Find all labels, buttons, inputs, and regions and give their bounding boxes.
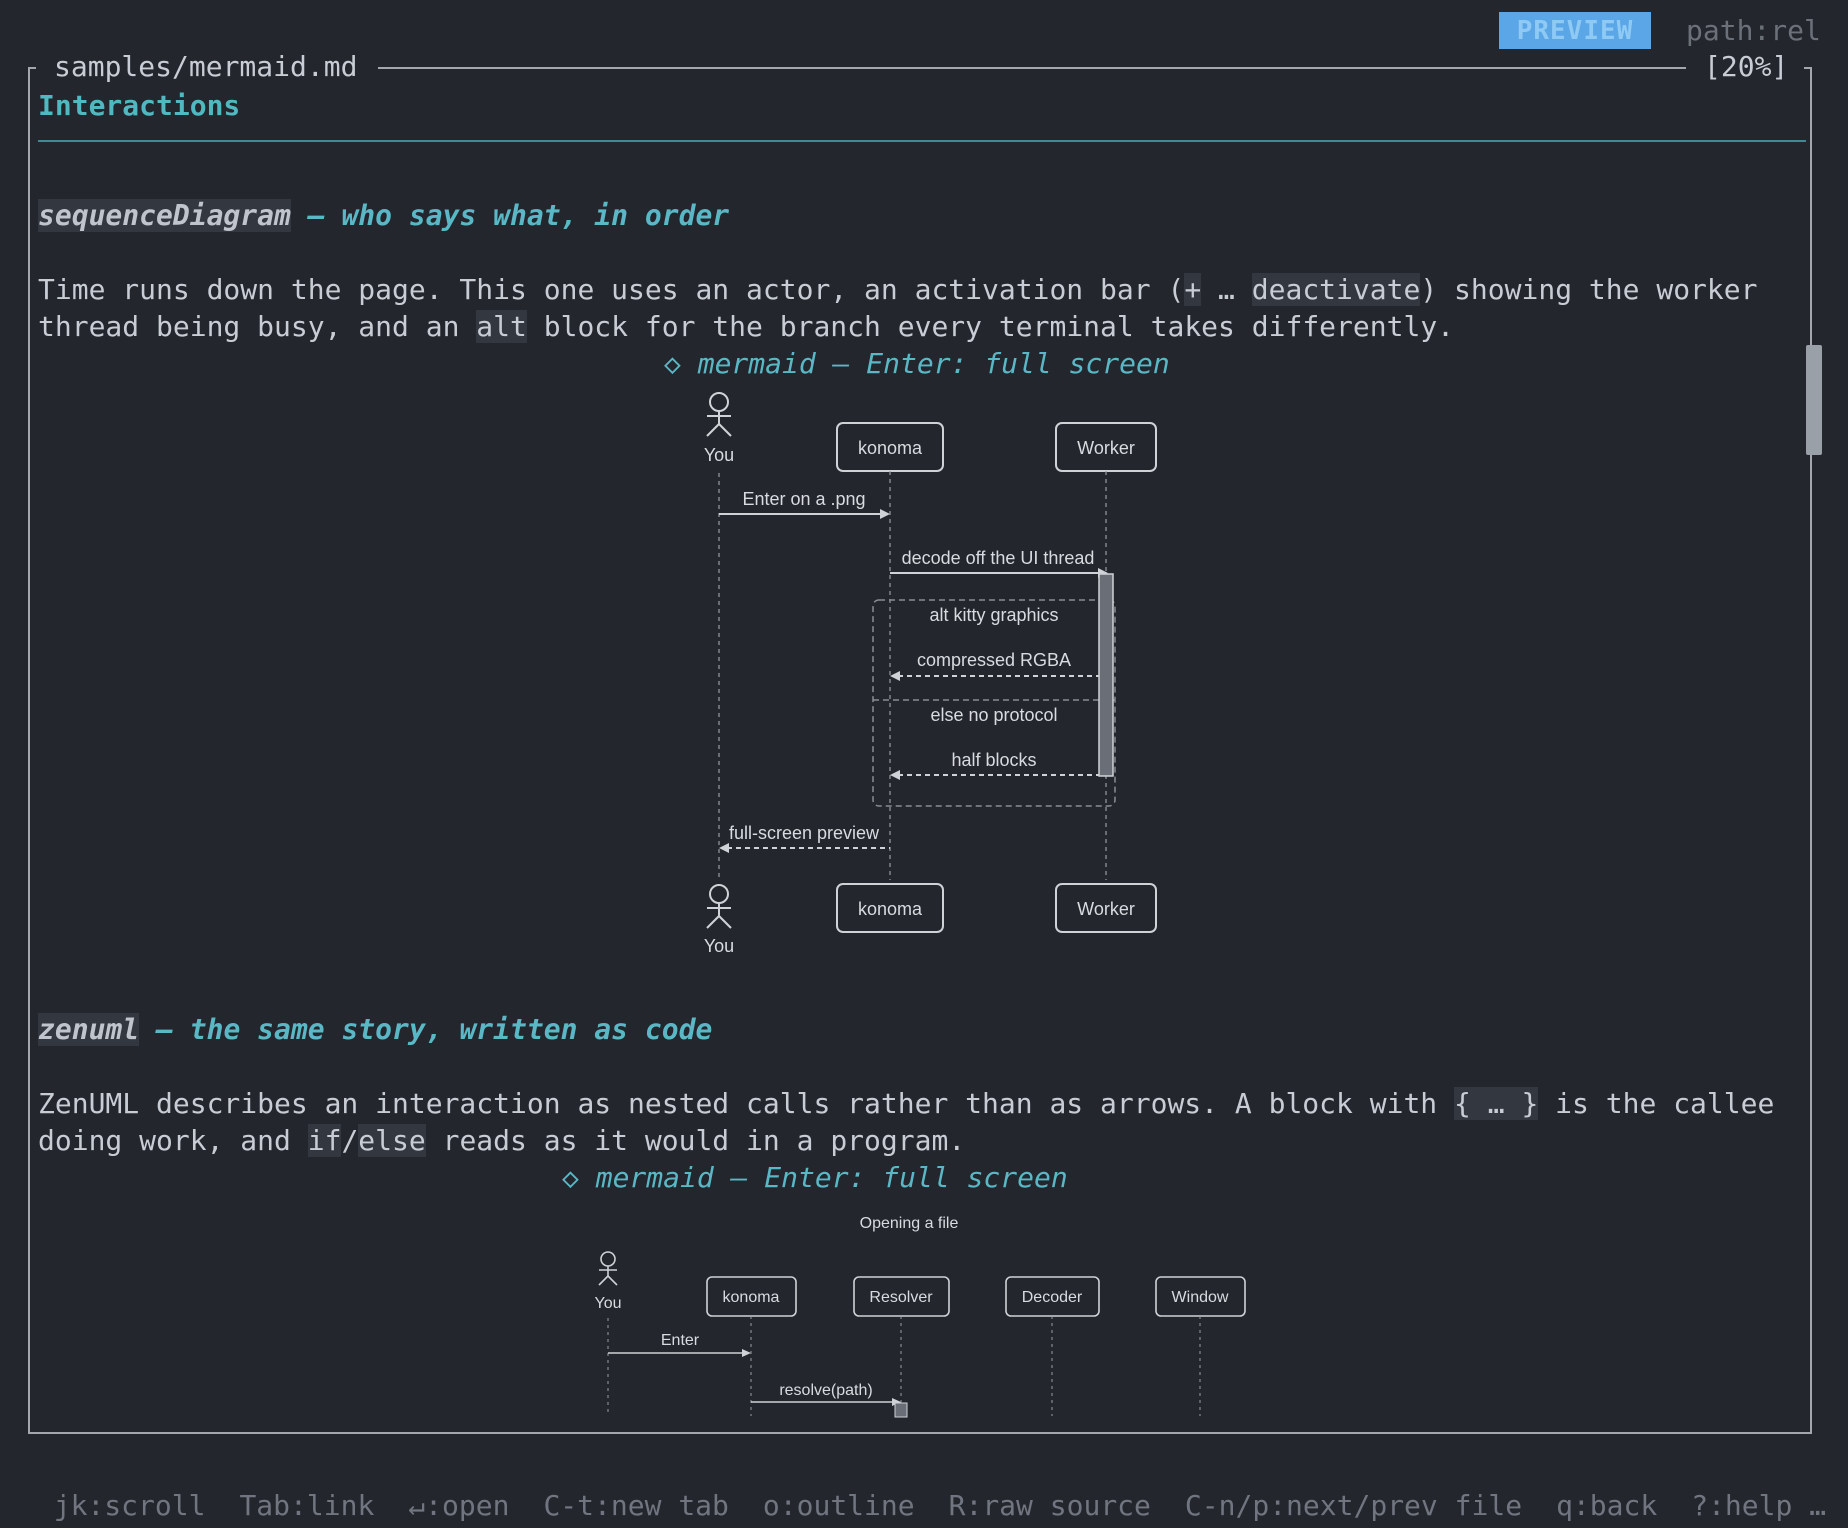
paragraph-line: doing work, and if/else reads as it woul… <box>38 1123 965 1159</box>
text: / <box>341 1124 359 1157</box>
participant-label: Resolver <box>869 1289 933 1306</box>
text: doing work, and <box>38 1124 308 1157</box>
alt-label: alt kitty graphics <box>929 605 1058 625</box>
inline-code: else <box>358 1124 426 1157</box>
participant-label: konoma <box>858 899 923 919</box>
section-heading-zenuml: zenuml — the same story, written as code <box>38 1012 712 1048</box>
participant-label: Decoder <box>1022 1289 1083 1306</box>
text: is the callee <box>1538 1087 1775 1120</box>
inline-code: if <box>307 1124 342 1157</box>
message-label: half blocks <box>951 750 1036 770</box>
hint-next-prev-file: C-n/p:next/prev file <box>1184 1489 1523 1522</box>
hint-back: q:back <box>1556 1489 1658 1522</box>
actor-label: You <box>595 1295 622 1312</box>
hint-raw-source: R:raw source <box>948 1489 1151 1522</box>
participant-label: Worker <box>1077 438 1135 458</box>
message-label: resolve(path) <box>779 1382 872 1399</box>
actor-icon <box>706 392 732 437</box>
participant-label: Worker <box>1077 899 1135 919</box>
paragraph-line: ZenUML describes an interaction as neste… <box>38 1086 1774 1122</box>
arrow-head <box>890 671 900 681</box>
hint-open: ↵:open <box>408 1489 510 1522</box>
sequence-diagram[interactable]: You konoma Worker Enter on a .png decode… <box>0 0 1848 1528</box>
hint-new-tab: C-t:new tab <box>543 1489 729 1522</box>
message-label: compressed RGBA <box>917 650 1071 670</box>
activation-bar <box>894 1402 908 1418</box>
hint-help: ?:help … <box>1691 1489 1827 1522</box>
participant-label: konoma <box>723 1289 780 1306</box>
hint-scroll: jk:scroll <box>53 1489 206 1522</box>
message-label: Enter <box>661 1332 700 1349</box>
activation-bar <box>1098 573 1114 777</box>
arrow-head <box>880 509 890 519</box>
arrow-head <box>719 843 729 853</box>
message-label: decode off the UI thread <box>902 548 1095 568</box>
hint-outline: o:outline <box>762 1489 915 1522</box>
actor-icon <box>598 1251 618 1286</box>
arrow-head <box>742 1349 751 1357</box>
diagram-title: Opening a file <box>860 1215 959 1232</box>
else-label: else no protocol <box>930 705 1057 725</box>
actor-label: You <box>704 936 734 956</box>
inline-code: zenuml <box>38 1013 140 1046</box>
actor-icon <box>706 884 732 929</box>
text: ZenUML describes an interaction as neste… <box>38 1087 1455 1120</box>
message-label: full-screen preview <box>729 823 880 843</box>
text: reads as it would in a program. <box>425 1124 966 1157</box>
keybinding-hints: jk:scroll Tab:link ↵:open C-t:new tab o:outl… <box>20 1456 1848 1522</box>
mermaid-caption[interactable]: ◇ mermaid — Enter: full screen <box>562 1160 1068 1196</box>
participant-label: konoma <box>858 438 923 458</box>
arrow-head <box>890 770 900 780</box>
message-label: Enter on a .png <box>742 489 865 509</box>
participant-label: Window <box>1172 1289 1229 1306</box>
hint-link: Tab:link <box>239 1489 375 1522</box>
inline-code: { … } <box>1454 1087 1539 1120</box>
section-title: — the same story, written as code <box>139 1013 713 1046</box>
actor-label: You <box>704 445 734 465</box>
